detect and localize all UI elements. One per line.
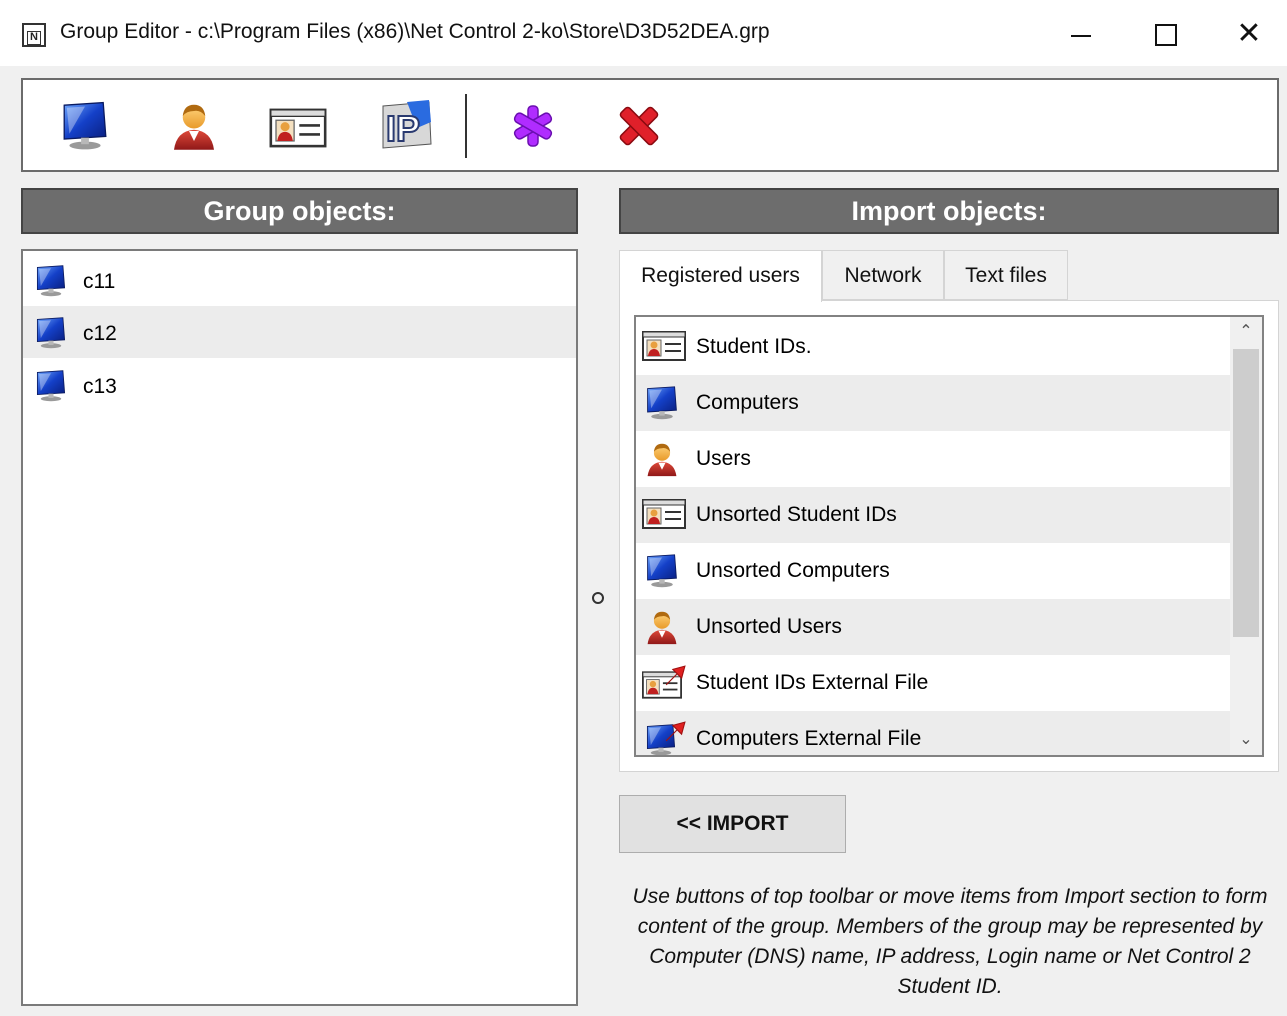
import-objects-header: Import objects: bbox=[619, 188, 1279, 234]
chevron-down-icon: ⌄ bbox=[1239, 731, 1253, 748]
user-icon bbox=[647, 443, 677, 477]
add-computer-button[interactable] bbox=[57, 98, 113, 154]
list-item[interactable]: Unsorted Student IDs bbox=[636, 487, 1230, 543]
delete-x-icon bbox=[619, 106, 659, 146]
item-label: Computers bbox=[696, 391, 799, 414]
scroll-up-button[interactable]: ⌃ bbox=[1230, 317, 1262, 347]
list-item[interactable]: Unsorted Computers bbox=[636, 543, 1230, 599]
scrollbar-thumb[interactable] bbox=[1233, 349, 1259, 637]
maximize-button[interactable] bbox=[1142, 14, 1188, 54]
window-title: Group Editor - c:\Program Files (x86)\Ne… bbox=[60, 20, 770, 43]
title-bar: N Group Editor - c:\Program Files (x86)\… bbox=[0, 0, 1287, 66]
item-label: Student IDs. bbox=[696, 335, 812, 358]
list-item[interactable]: Computers External File bbox=[636, 711, 1230, 755]
scroll-down-button[interactable]: ⌄ bbox=[1230, 725, 1262, 755]
import-tabs: Registered users Network Text files Stud… bbox=[619, 250, 1279, 772]
computer-external-icon bbox=[646, 721, 686, 755]
splitter-handle[interactable] bbox=[592, 592, 604, 604]
tab-registered-users[interactable]: Registered users bbox=[619, 250, 822, 302]
item-label: c12 bbox=[83, 322, 117, 345]
student-id-card-icon bbox=[269, 108, 327, 148]
vertical-scrollbar[interactable]: ⌃ ⌄ bbox=[1230, 317, 1262, 755]
item-label: Unsorted Student IDs bbox=[696, 503, 897, 526]
close-button[interactable]: ✕ bbox=[1226, 14, 1272, 54]
student-id-card-icon bbox=[642, 331, 686, 361]
add-ip-button[interactable]: IP bbox=[377, 98, 433, 154]
user-icon bbox=[647, 611, 677, 645]
list-item[interactable]: c12 bbox=[23, 306, 576, 358]
import-objects-list[interactable]: Student IDs. Computers Users Unsorted St… bbox=[634, 315, 1264, 757]
list-item[interactable]: Computers bbox=[636, 375, 1230, 431]
svg-text:IP: IP bbox=[386, 108, 420, 149]
item-label: c11 bbox=[83, 270, 116, 293]
registered-users-panel: Student IDs. Computers Users Unsorted St… bbox=[619, 300, 1279, 772]
computer-icon bbox=[36, 317, 66, 349]
add-any-button[interactable] bbox=[505, 98, 561, 154]
item-label: c13 bbox=[83, 375, 117, 398]
computer-icon bbox=[63, 101, 107, 151]
computer-icon bbox=[36, 370, 66, 402]
list-item[interactable]: c13 bbox=[23, 359, 576, 411]
computer-icon bbox=[647, 386, 677, 420]
close-icon: ✕ bbox=[1236, 17, 1262, 50]
top-toolbar: IP bbox=[21, 78, 1279, 172]
app-logo-icon: N bbox=[22, 23, 46, 47]
chevron-up-icon: ⌃ bbox=[1239, 323, 1253, 340]
add-student-id-button[interactable] bbox=[267, 98, 327, 154]
item-label: Users bbox=[696, 447, 751, 470]
minimize-button[interactable] bbox=[1058, 14, 1104, 54]
item-label: Unsorted Computers bbox=[696, 559, 890, 582]
list-item[interactable]: Users bbox=[636, 431, 1230, 487]
student-id-card-icon bbox=[642, 499, 686, 529]
group-objects-header: Group objects: bbox=[21, 188, 578, 234]
item-label: Computers External File bbox=[696, 727, 922, 750]
tab-network[interactable]: Network bbox=[822, 250, 944, 300]
item-label: Unsorted Users bbox=[696, 615, 842, 638]
student-id-external-icon bbox=[642, 665, 686, 699]
computer-icon bbox=[647, 554, 677, 588]
import-button[interactable]: << IMPORT bbox=[619, 795, 846, 853]
asterisk-icon bbox=[513, 105, 553, 147]
item-label: Student IDs External File bbox=[696, 671, 929, 694]
list-item[interactable]: Student IDs External File bbox=[636, 655, 1230, 711]
tab-text-files[interactable]: Text files bbox=[944, 250, 1068, 300]
delete-button[interactable] bbox=[611, 98, 667, 154]
list-item[interactable]: c11 bbox=[23, 254, 576, 306]
user-icon bbox=[174, 104, 214, 150]
group-objects-list[interactable]: c11 c12 c13 bbox=[21, 249, 578, 1006]
toolbar-separator bbox=[465, 94, 467, 158]
add-user-button[interactable] bbox=[165, 98, 221, 154]
list-item[interactable]: Unsorted Users bbox=[636, 599, 1230, 655]
computer-icon bbox=[36, 265, 66, 297]
list-item[interactable]: Student IDs. bbox=[636, 319, 1230, 375]
ip-icon: IP bbox=[382, 100, 432, 150]
help-text: Use buttons of top toolbar or move items… bbox=[632, 885, 1268, 998]
